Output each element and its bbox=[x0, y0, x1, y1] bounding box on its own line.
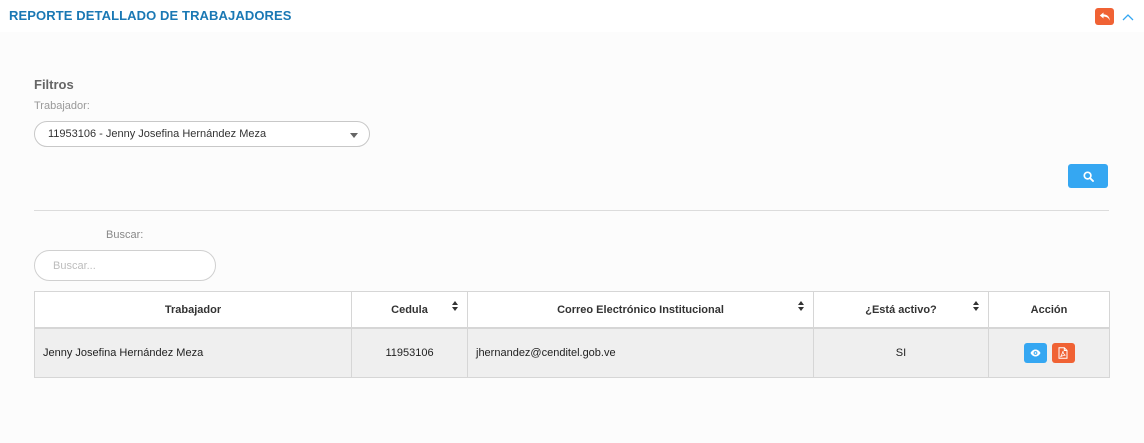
workers-table: Trabajador Cedula Correo Electrónico Ins… bbox=[34, 291, 1110, 378]
worker-label: Trabajador: bbox=[34, 100, 90, 112]
worker-select-value: 11953106 - Jenny Josefina Hernández Meza bbox=[48, 128, 267, 140]
cell-cedula: 11953106 bbox=[351, 327, 468, 378]
column-header-label: Correo Electrónico Institucional bbox=[557, 303, 724, 316]
card-header: REPORTE DETALLADO DE TRABAJADORES bbox=[0, 0, 1144, 32]
pdf-icon bbox=[1058, 347, 1068, 359]
column-header-label: Trabajador bbox=[164, 303, 222, 316]
cell-accion bbox=[988, 327, 1110, 378]
eye-icon bbox=[1030, 349, 1040, 357]
sort-icon bbox=[973, 301, 980, 311]
cell-correo: jhernandez@cenditel.gob.ve bbox=[467, 327, 814, 378]
column-header-label: Acción bbox=[1030, 303, 1068, 316]
back-button[interactable] bbox=[1095, 8, 1114, 25]
search-button[interactable] bbox=[1068, 164, 1108, 188]
caret-down-icon bbox=[350, 133, 358, 138]
chevron-up-icon bbox=[1122, 14, 1134, 21]
collapse-button[interactable] bbox=[1121, 10, 1135, 24]
pdf-button[interactable] bbox=[1051, 343, 1075, 363]
divider bbox=[34, 210, 1109, 211]
search-icon bbox=[1082, 170, 1094, 182]
sort-icon bbox=[798, 301, 805, 311]
view-button[interactable] bbox=[1023, 343, 1047, 363]
table-search-input[interactable] bbox=[34, 250, 216, 281]
page-title: REPORTE DETALLADO DE TRABAJADORES bbox=[9, 8, 292, 23]
column-header-correo[interactable]: Correo Electrónico Institucional bbox=[467, 291, 814, 329]
table-search-label: Buscar: bbox=[106, 229, 144, 241]
action-group bbox=[989, 343, 1109, 363]
worker-select[interactable]: 11953106 - Jenny Josefina Hernández Meza bbox=[34, 121, 370, 147]
undo-icon bbox=[1099, 12, 1110, 21]
cell-trabajador: Jenny Josefina Hernández Meza bbox=[34, 327, 352, 378]
column-header-accion: Acción bbox=[988, 291, 1110, 329]
report-card: REPORTE DETALLADO DE TRABAJADORES Filtro… bbox=[0, 0, 1144, 443]
cell-activo: SI bbox=[813, 327, 989, 378]
column-header-trabajador[interactable]: Trabajador bbox=[34, 291, 352, 329]
filters-title: Filtros bbox=[34, 77, 74, 92]
sort-icon bbox=[452, 301, 459, 311]
column-header-label: Cedula bbox=[391, 303, 428, 316]
table-row: Jenny Josefina Hernández Meza 11953106 j… bbox=[34, 327, 1110, 378]
column-header-label: ¿Está activo? bbox=[865, 303, 937, 316]
table-header-row: Trabajador Cedula Correo Electrónico Ins… bbox=[34, 291, 1110, 329]
column-header-activo[interactable]: ¿Está activo? bbox=[813, 291, 989, 329]
column-header-cedula[interactable]: Cedula bbox=[351, 291, 468, 329]
